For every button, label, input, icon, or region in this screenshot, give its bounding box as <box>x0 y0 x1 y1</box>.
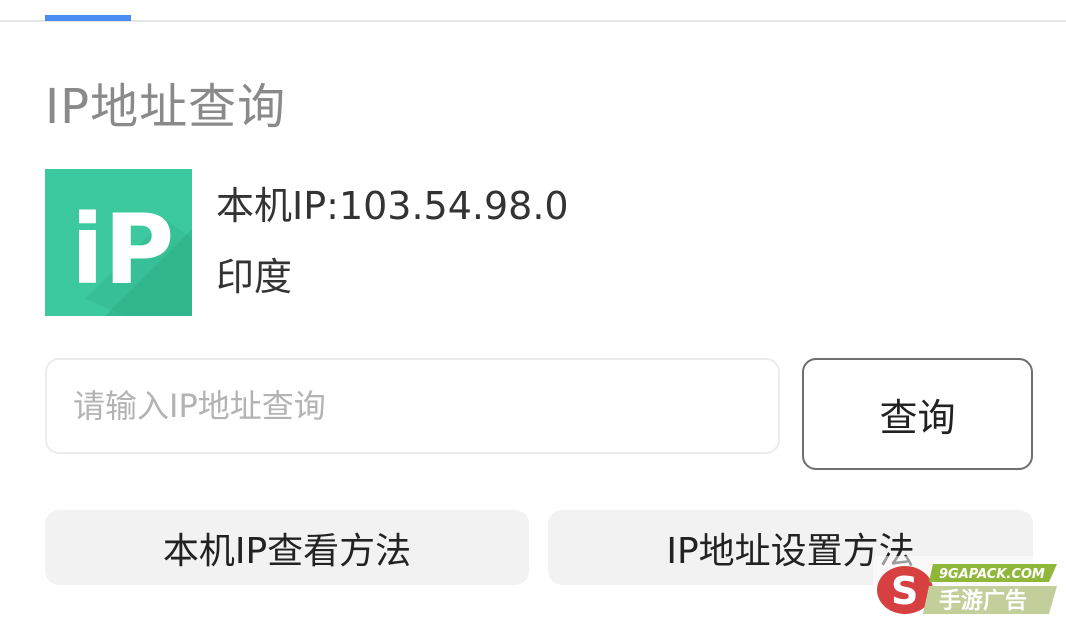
svg-text:S: S <box>891 569 918 613</box>
watermark-logo: S 9GAPACK.COM 手游广告 <box>873 556 1059 620</box>
query-button[interactable]: 查询 <box>802 358 1033 470</box>
my-ip-value: 103.54.98.0 <box>338 184 569 228</box>
active-tab-indicator[interactable] <box>45 15 131 21</box>
ip-lookup-page: IP地址查询 iP 本机IP:103.54.98.0 印度 查询 本机IP查看方… <box>0 0 1066 624</box>
local-ip-howto-button[interactable]: 本机IP查看方法 <box>45 510 529 585</box>
page-title: IP地址查询 <box>45 79 287 135</box>
tab-bar <box>0 0 1066 22</box>
ip-logo-text: iP <box>71 194 174 306</box>
my-ip-line: 本机IP:103.54.98.0 <box>216 182 569 230</box>
ip-search-input[interactable] <box>45 358 780 454</box>
ip-logo-icon: iP <box>45 169 192 316</box>
my-ip-location: 印度 <box>216 255 293 299</box>
watermark-text-top: 9GAPACK.COM <box>939 567 1045 582</box>
my-ip-label: 本机IP: <box>216 184 339 228</box>
watermark-text-bottom: 手游广告 <box>939 588 1027 614</box>
